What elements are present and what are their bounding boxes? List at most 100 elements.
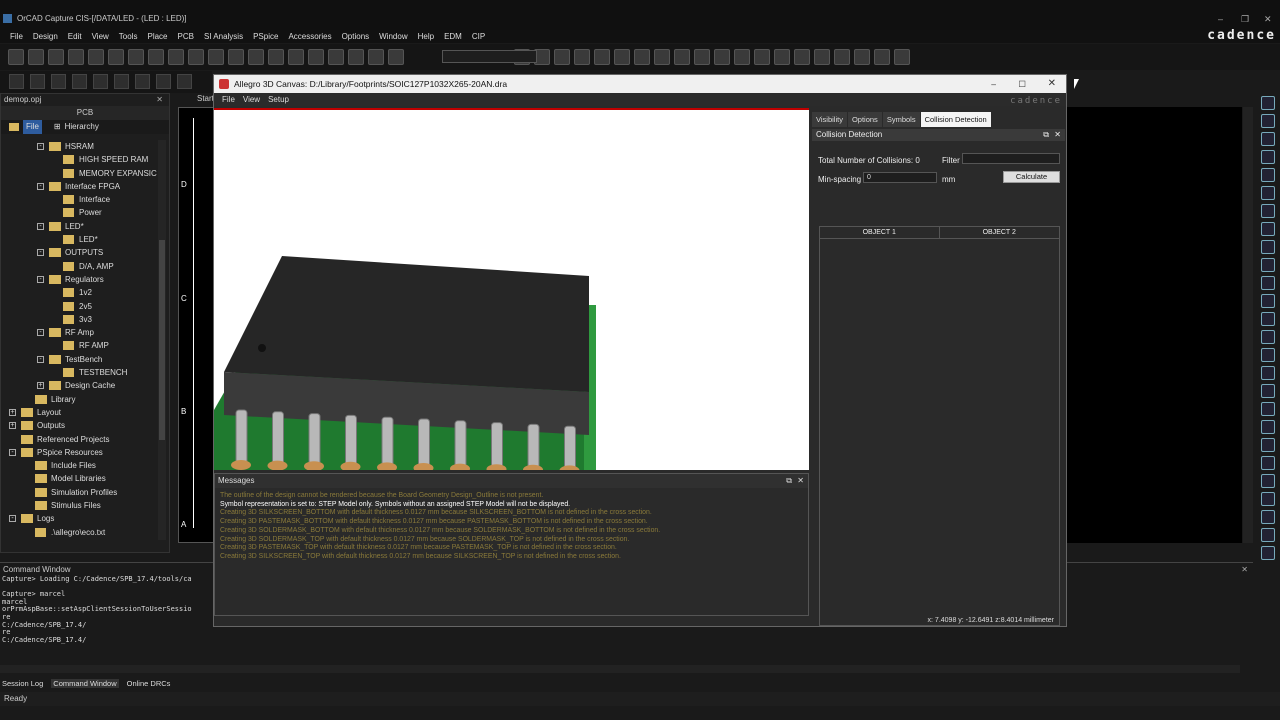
expand-icon[interactable]: - [9,515,16,523]
tree-item[interactable]: 3v3 [1,313,159,326]
close-icon[interactable]: ✕ [1054,129,1061,141]
place-tool-icon[interactable] [1261,402,1275,416]
close-icon[interactable]: ✕ [1264,14,1272,25]
menu-si-analysis[interactable]: SI Analysis [204,30,243,43]
column-header[interactable]: OBJECT 2 [939,227,1059,239]
tree-item[interactable]: - LED* [1,220,159,233]
align-tool-icon[interactable] [114,74,129,89]
tab-options[interactable]: Options [847,112,882,127]
menu-options[interactable]: Options [342,30,370,43]
tree-item[interactable]: TESTBENCH [1,366,159,379]
align-tool-icon[interactable] [135,74,150,89]
toolbar-button-icon[interactable] [48,49,64,65]
menu-window[interactable]: Window [379,30,407,43]
place-tool-icon[interactable] [1261,366,1275,380]
tree-item[interactable]: Model Libraries [1,472,159,485]
toolbar-button-icon[interactable] [574,49,590,65]
place-tool-icon[interactable] [1261,240,1275,254]
toolbar-button-icon[interactable] [188,49,204,65]
toolbar-button-icon[interactable] [774,49,790,65]
toolbar-button-icon[interactable] [754,49,770,65]
place-tool-icon[interactable] [1261,528,1275,542]
3d-viewport[interactable] [214,108,809,470]
toolbar-button-icon[interactable] [554,49,570,65]
place-tool-icon[interactable] [1261,186,1275,200]
allegro-menu-view[interactable]: View [243,93,260,106]
float-icon[interactable]: ⧉ [786,476,792,486]
align-tool-icon[interactable] [177,74,192,89]
menu-file[interactable]: File [10,30,23,43]
place-tool-icon[interactable] [1261,96,1275,110]
toolbar-button-icon[interactable] [874,49,890,65]
toolbar-button-icon[interactable] [148,49,164,65]
place-tool-icon[interactable] [1261,222,1275,236]
expand-icon[interactable]: - [37,222,44,230]
allegro-menu-setup[interactable]: Setup [268,93,289,106]
tab-file[interactable]: File [23,120,42,134]
allegro-menu-file[interactable]: File [222,93,235,106]
expand-icon[interactable]: - [37,275,44,283]
place-tool-icon[interactable] [1261,258,1275,272]
tree-item[interactable]: - RF Amp [1,326,159,339]
tree-item[interactable]: - OUTPUTS [1,246,159,259]
toolbar-button-icon[interactable] [654,49,670,65]
menu-help[interactable]: Help [418,30,434,43]
tree-item[interactable]: - Logs [1,512,159,525]
place-tool-icon[interactable] [1261,294,1275,308]
toolbar-button-icon[interactable] [388,49,404,65]
toolbar-button-icon[interactable] [128,49,144,65]
tree-item[interactable]: 2v5 [1,300,159,313]
close-icon[interactable]: ✕ [797,476,804,485]
tab-collision-detection[interactable]: Collision Detection [920,112,991,127]
place-tool-icon[interactable] [1261,114,1275,128]
minimize-icon[interactable]: – [1218,14,1223,24]
toolbar-button-icon[interactable] [8,49,24,65]
place-tool-icon[interactable] [1261,456,1275,470]
expand-icon[interactable]: + [9,408,16,416]
menu-edit[interactable]: Edit [68,30,82,43]
place-tool-icon[interactable] [1261,132,1275,146]
place-tool-icon[interactable] [1261,546,1275,560]
vertical-scrollbar[interactable] [1243,107,1253,543]
tab-hierarchy[interactable]: Hierarchy [65,120,99,134]
toolbar-button-icon[interactable] [248,49,264,65]
tree-item[interactable]: Referenced Projects [1,433,159,446]
toolbar-button-icon[interactable] [88,49,104,65]
place-tool-icon[interactable] [1261,438,1275,452]
tree-item[interactable]: 1v2 [1,286,159,299]
tree-item[interactable]: Stimulus Files [1,499,159,512]
toolbar-button-icon[interactable] [854,49,870,65]
column-header[interactable]: OBJECT 1 [820,227,940,239]
menu-place[interactable]: Place [147,30,167,43]
expand-icon[interactable]: - [37,182,44,190]
tree-item[interactable]: - Interface FPGA [1,180,159,193]
tree-item[interactable]: Library [1,393,159,406]
place-tool-icon[interactable] [1261,420,1275,434]
float-icon[interactable]: ⧉ [1043,129,1049,141]
menu-view[interactable]: View [92,30,109,43]
maximize-icon[interactable]: ☐ [1018,75,1026,93]
part-search-input[interactable] [442,50,537,63]
place-tool-icon[interactable] [1261,492,1275,506]
menu-accessories[interactable]: Accessories [288,30,331,43]
menu-cip[interactable]: CIP [472,30,485,43]
toolbar-button-icon[interactable] [68,49,84,65]
place-tool-icon[interactable] [1261,330,1275,344]
tab-visibility[interactable]: Visibility [812,112,847,127]
toolbar-button-icon[interactable] [288,49,304,65]
tree-item[interactable]: D/A, AMP [1,260,159,273]
expand-icon[interactable]: - [9,448,16,456]
expand-icon[interactable]: - [37,355,44,363]
tab-command-window[interactable]: Command Window [51,678,119,688]
place-tool-icon[interactable] [1261,276,1275,290]
schematic-canvas[interactable]: D C B A [178,107,214,543]
toolbar-button-icon[interactable] [28,49,44,65]
toolbar-button-icon[interactable] [308,49,324,65]
toolbar-button-icon[interactable] [228,49,244,65]
tree-item[interactable]: .\allegro\eco.txt [1,526,159,539]
menu-pcb[interactable]: PCB [178,30,194,43]
menu-design[interactable]: Design [33,30,58,43]
toolbar-button-icon[interactable] [594,49,610,65]
place-tool-icon[interactable] [1261,384,1275,398]
tree-item[interactable]: + Layout [1,406,159,419]
